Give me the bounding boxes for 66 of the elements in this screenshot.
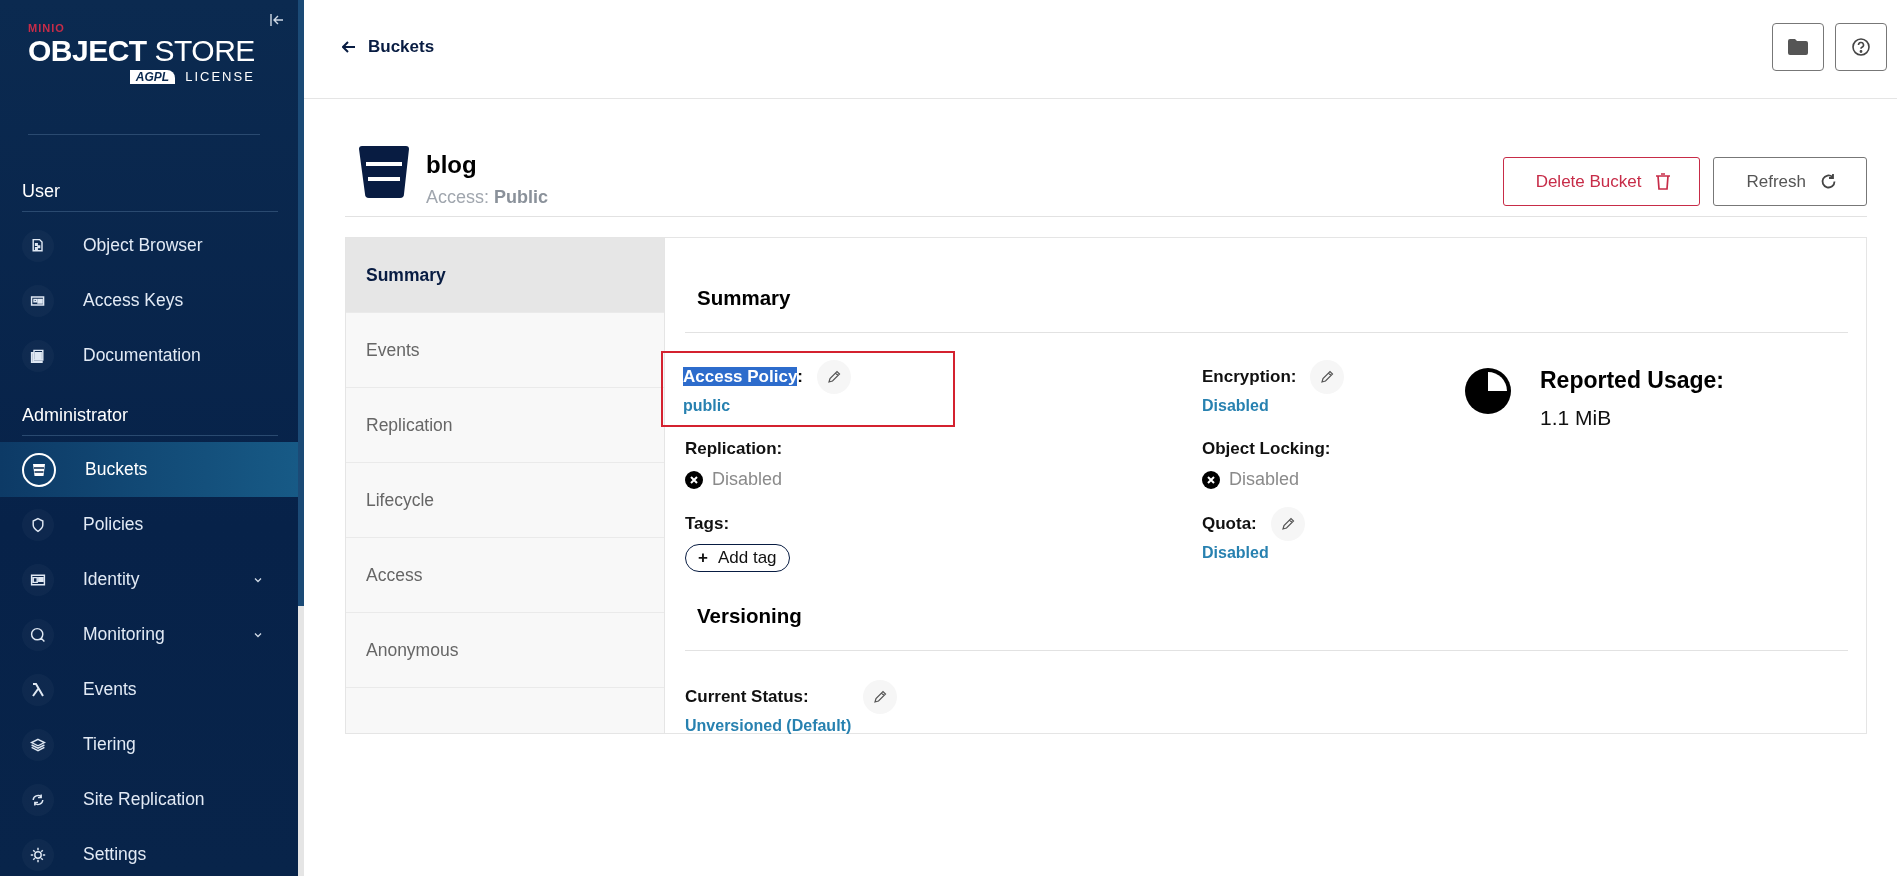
nav-item[interactable]: Object Browser [0, 218, 298, 273]
product-title: OBJECT STORE [28, 36, 255, 66]
field-value: Disabled [1229, 469, 1300, 490]
pie-chart-icon [1464, 367, 1512, 415]
field-value: Disabled [712, 469, 783, 490]
arrow-left-icon [342, 41, 356, 53]
nav-item[interactable]: Events [0, 662, 298, 717]
field-label: Object Locking: [1202, 439, 1331, 459]
add-tag-button[interactable]: + Add tag [685, 544, 790, 572]
edit-icon[interactable] [862, 680, 897, 714]
edit-icon[interactable] [817, 360, 852, 394]
nav-item[interactable]: Access Keys [0, 273, 298, 328]
folder-button[interactable] [1772, 23, 1824, 71]
field-label: Replication: [685, 439, 783, 459]
field-value[interactable]: Disabled [1202, 397, 1464, 415]
bucket-icon [357, 145, 411, 199]
refresh-icon [1820, 172, 1838, 191]
back-link[interactable]: Buckets [342, 37, 435, 57]
nav-item[interactable]: Settings [0, 827, 298, 876]
nav-item[interactable]: Monitoring [0, 607, 298, 662]
disabled-icon [1202, 470, 1220, 489]
shield-icon [22, 508, 54, 541]
usage-label: Reported Usage: [1540, 367, 1725, 394]
folder-icon [1787, 38, 1809, 56]
license-badge: AGPL [129, 69, 176, 84]
nav-item[interactable]: Site Replication [0, 772, 298, 827]
nav-item[interactable]: Documentation [0, 328, 298, 383]
field-label: Quota: [1202, 514, 1257, 534]
id-card-icon [22, 563, 54, 596]
tab[interactable]: Summary [346, 238, 664, 313]
field-value[interactable]: public [683, 397, 953, 415]
section-title: User [21, 180, 61, 203]
section-title: Administrator [21, 404, 130, 427]
keys-icon [22, 284, 54, 317]
nav-item[interactable]: Tiering [0, 717, 298, 772]
section-heading: Summary [697, 286, 792, 311]
sync-icon [22, 783, 54, 816]
field-value[interactable]: Disabled [1202, 544, 1464, 562]
field-label: Current Status: [685, 687, 809, 707]
field-value[interactable]: Unversioned (Default) [685, 717, 1848, 735]
field-label: Encryption: [1202, 367, 1297, 387]
edit-icon[interactable] [1270, 507, 1305, 541]
lambda-icon [22, 673, 54, 706]
usage-value: 1.1 MiB [1540, 406, 1613, 430]
edit-icon[interactable] [1310, 360, 1345, 394]
bucket-icon [22, 452, 56, 487]
field-label: Access Policy: [683, 367, 804, 387]
brand-text: MINIO [28, 22, 65, 34]
help-button[interactable] [1835, 23, 1887, 71]
field-label: Tags: [685, 514, 730, 534]
bucket-name: blog [426, 151, 478, 179]
disabled-icon [685, 470, 703, 489]
nav-item[interactable]: Identity [0, 552, 298, 607]
nav-item[interactable]: Buckets [0, 442, 298, 497]
access-label: Access: Public [426, 187, 549, 208]
layers-icon [22, 728, 54, 761]
delete-button[interactable]: Delete Bucket [1502, 157, 1701, 206]
help-icon [1851, 37, 1871, 57]
refresh-button[interactable]: Refresh [1713, 157, 1867, 206]
section-heading: Versioning [697, 604, 803, 629]
docs-icon [22, 339, 54, 372]
nav-item[interactable]: Policies [0, 497, 298, 552]
monitor-icon [22, 618, 54, 651]
license-text: LICENSE [185, 69, 255, 84]
scrollbar[interactable] [298, 0, 304, 876]
trash-icon [1655, 172, 1672, 191]
